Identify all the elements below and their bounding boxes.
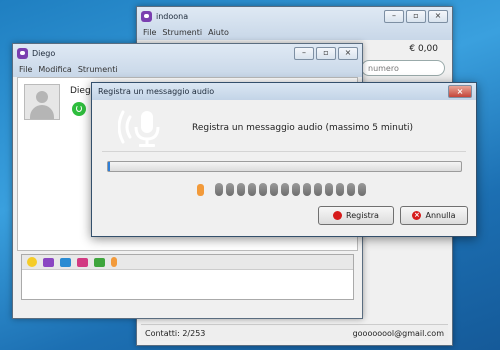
level-bar	[270, 183, 278, 196]
level-bar	[248, 183, 256, 196]
dialog-title: Registra un messaggio audio	[98, 87, 215, 96]
menu-aiuto[interactable]: Aiuto	[208, 28, 229, 37]
indoona-app-icon	[141, 10, 152, 22]
level-bar	[237, 183, 245, 196]
level-bar	[215, 183, 223, 196]
avatar	[24, 84, 60, 120]
close-icon: ×	[344, 48, 352, 57]
credit-balance: € 0,00	[409, 44, 438, 54]
composer-toolbar	[22, 255, 353, 270]
maximize-button[interactable]: ▫	[406, 9, 426, 23]
dialog-message: Registra un messaggio audio (massimo 5 m…	[192, 123, 414, 133]
main-window-title: indoona	[156, 11, 189, 21]
maximize-icon: ▫	[413, 11, 419, 20]
chat-menubar: File Modifica Strumenti	[13, 62, 362, 76]
level-bar	[314, 183, 322, 196]
video-icon[interactable]	[77, 257, 88, 267]
record-button-label: Registra	[346, 211, 379, 220]
chat-menu-modifica[interactable]: Modifica	[38, 65, 71, 74]
minimize-button[interactable]: –	[384, 9, 404, 23]
dialog-close-button[interactable]: ×	[448, 85, 472, 98]
main-statusbar: Contatti: 2/253 goooooool@gmail.com	[141, 324, 448, 341]
folder-icon[interactable]	[43, 257, 54, 267]
recording-progress	[107, 161, 462, 172]
record-button[interactable]: Registra	[318, 206, 394, 225]
level-bar	[281, 183, 289, 196]
menu-strumenti[interactable]: Strumenti	[162, 28, 202, 37]
level-bar	[226, 183, 234, 196]
number-search-input[interactable]: numero	[361, 60, 445, 76]
chat-window-frame: Diego – ▫ × File Modifica Strumenti	[13, 44, 362, 77]
recording-progress-fill	[108, 162, 111, 171]
account-email: goooooool@gmail.com	[352, 328, 444, 338]
message-input[interactable]	[22, 270, 353, 298]
sms-icon[interactable]	[94, 257, 105, 267]
dialog-separator	[102, 151, 466, 152]
cancel-icon: ×	[412, 211, 422, 220]
cancel-button-label: Annulla	[425, 211, 456, 220]
chat-minimize-button[interactable]: –	[294, 46, 314, 60]
message-composer	[21, 254, 354, 300]
camera-icon[interactable]	[60, 257, 71, 267]
close-icon: ×	[456, 86, 464, 96]
chat-close-button[interactable]: ×	[338, 46, 358, 60]
level-bar	[292, 183, 300, 196]
close-button[interactable]: ×	[428, 9, 448, 23]
emoji-icon[interactable]	[27, 257, 37, 267]
main-menubar: File Strumenti Aiuto	[137, 25, 452, 39]
record-audio-dialog: Registra un messaggio audio × Registra u…	[91, 82, 477, 237]
avatar-body	[30, 105, 54, 119]
microphone-icon[interactable]	[111, 257, 117, 267]
level-bar	[358, 183, 366, 196]
level-bar	[336, 183, 344, 196]
level-bar	[259, 183, 267, 196]
dialog-titlebar[interactable]: Registra un messaggio audio ×	[92, 83, 476, 100]
chat-maximize-button[interactable]: ▫	[316, 46, 336, 60]
main-titlebar[interactable]: indoona – ▫ ×	[137, 7, 452, 25]
whatsapp-icon	[72, 102, 86, 116]
chat-menu-file[interactable]: File	[19, 65, 32, 74]
microphone-icon	[118, 110, 160, 147]
contacts-count: Contatti: 2/253	[145, 328, 206, 338]
microphone-level-icon	[197, 183, 204, 196]
avatar-head	[36, 91, 48, 103]
chat-window-title: Diego	[32, 48, 56, 58]
cancel-button[interactable]: × Annulla	[400, 206, 468, 225]
record-icon	[333, 211, 343, 220]
close-icon: ×	[434, 11, 442, 20]
level-bar	[325, 183, 333, 196]
level-bar	[303, 183, 311, 196]
main-window-frame: indoona – ▫ × File Strumenti Aiuto	[137, 7, 452, 40]
minimize-icon: –	[302, 48, 306, 57]
chat-app-icon	[17, 47, 28, 59]
menu-file[interactable]: File	[143, 28, 156, 37]
maximize-icon: ▫	[323, 48, 329, 57]
chat-menu-strumenti[interactable]: Strumenti	[78, 65, 118, 74]
audio-level-meter	[197, 183, 366, 196]
level-bar	[347, 183, 355, 196]
minimize-icon: –	[392, 11, 396, 20]
chat-titlebar[interactable]: Diego – ▫ ×	[13, 44, 362, 62]
